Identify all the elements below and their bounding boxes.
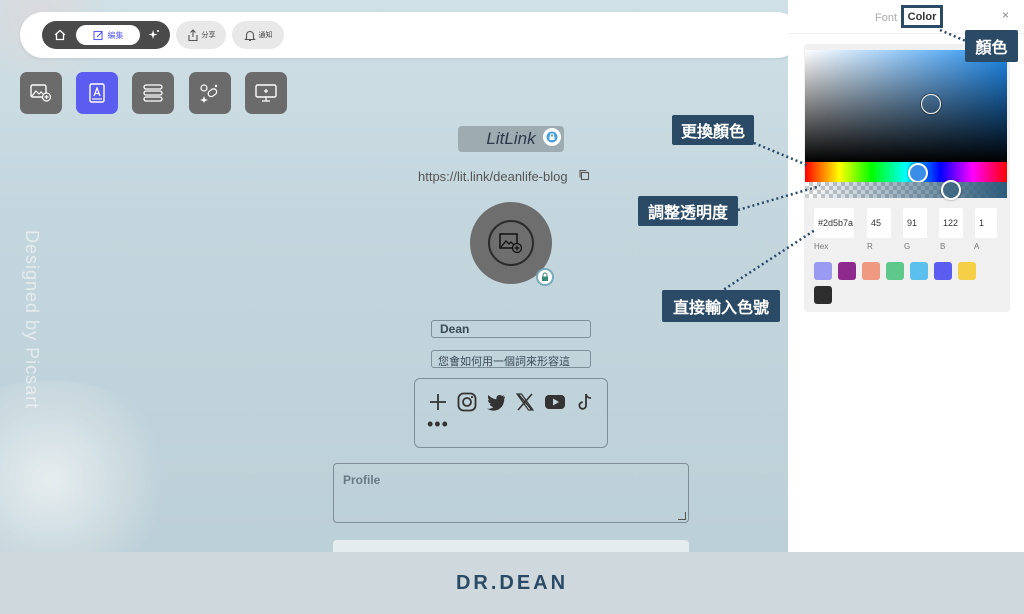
callout-hex: 直接輸入色號 xyxy=(662,290,780,322)
color-swatch[interactable] xyxy=(934,262,952,280)
color-swatch[interactable] xyxy=(958,262,976,280)
hex-input[interactable]: #2d5b7a xyxy=(814,208,854,238)
hue-handle[interactable] xyxy=(908,163,928,183)
layers-icon xyxy=(143,84,163,102)
youtube-link[interactable] xyxy=(544,391,566,413)
profile-url: https://lit.link/deanlife-blog xyxy=(418,168,568,184)
tool-layout[interactable] xyxy=(132,72,174,114)
callout-alpha: 調整透明度 xyxy=(638,196,738,226)
x-link[interactable] xyxy=(514,391,536,413)
share-label: 分享 xyxy=(201,32,216,39)
footer-brand-bar: DR.DEAN xyxy=(0,552,1024,614)
sparkle-icon xyxy=(148,30,159,39)
bell-icon xyxy=(243,30,256,41)
profile-textarea[interactable]: Profile xyxy=(333,463,689,523)
callout-color: 顏色 xyxy=(965,30,1018,62)
color-picker: #2d5b7a 45 91 122 1 Hex R G B A xyxy=(804,44,1010,312)
edit-label: 編集 xyxy=(107,30,124,40)
saturation-handle[interactable] xyxy=(921,94,941,114)
red-input[interactable]: 45 xyxy=(867,208,891,238)
next-block[interactable] xyxy=(333,540,689,552)
tool-display[interactable] xyxy=(245,72,287,114)
monitor-icon xyxy=(255,84,277,102)
color-swatch[interactable] xyxy=(814,286,832,304)
plus-icon xyxy=(430,394,446,410)
social-links-box: ••• xyxy=(414,378,608,448)
add-social-button[interactable] xyxy=(427,391,449,413)
share-icon xyxy=(187,28,198,41)
tool-add-image[interactable] xyxy=(20,72,62,114)
close-icon[interactable]: × xyxy=(1002,8,1009,22)
saturation-value-area[interactable] xyxy=(805,50,1007,162)
green-input[interactable]: 91 xyxy=(903,208,927,238)
profile-url-row: https://lit.link/deanlife-blog xyxy=(418,168,590,184)
alpha-input[interactable]: 1 xyxy=(975,208,997,238)
copy-icon xyxy=(579,169,589,180)
edit-icon xyxy=(92,30,103,40)
lock-icon xyxy=(546,131,558,143)
description-input[interactable]: 您會如何用一個詞來形容這 xyxy=(431,350,591,368)
tiktok-link[interactable] xyxy=(574,391,596,413)
ai-magic-button[interactable] xyxy=(142,25,166,45)
logo-lock-badge[interactable] xyxy=(543,128,561,146)
twitter-bird-icon xyxy=(487,394,505,411)
youtube-icon xyxy=(545,395,565,409)
edit-mode-button[interactable]: 編集 xyxy=(76,25,140,45)
instagram-link[interactable] xyxy=(456,391,478,413)
alpha-handle[interactable] xyxy=(941,180,961,200)
blue-input[interactable]: 122 xyxy=(939,208,963,238)
color-swatch[interactable] xyxy=(910,262,928,280)
color-swatch[interactable] xyxy=(814,262,832,280)
notify-label: 通知 xyxy=(258,32,273,39)
notification-button[interactable]: 通知 xyxy=(232,21,284,49)
red-label: R xyxy=(867,242,873,251)
tab-color[interactable]: Color xyxy=(901,5,943,28)
image-add-icon xyxy=(30,84,52,102)
top-toolbar: 編集 分享 通知 xyxy=(20,12,800,58)
tool-effects[interactable] xyxy=(189,72,231,114)
hue-slider[interactable] xyxy=(805,162,1007,182)
avatar-lock-badge[interactable] xyxy=(536,268,554,286)
share-button[interactable]: 分享 xyxy=(176,21,226,49)
copy-url-button[interactable] xyxy=(578,169,590,184)
lock-icon xyxy=(542,272,548,281)
home-icon xyxy=(54,29,66,41)
image-add-icon xyxy=(499,233,523,254)
tab-font[interactable]: Font xyxy=(875,12,897,24)
editor-canvas: Designed by Picsart 編集 分享 通知 LitLink htt… xyxy=(0,0,1024,552)
avatar-frame xyxy=(488,220,534,266)
picsart-watermark: Designed by Picsart xyxy=(22,230,42,410)
home-button[interactable] xyxy=(48,25,72,45)
alpha-label: A xyxy=(974,242,980,251)
book-icon xyxy=(89,83,105,103)
color-swatch[interactable] xyxy=(862,262,880,280)
twitter-link[interactable] xyxy=(485,391,507,413)
more-social-button[interactable]: ••• xyxy=(427,415,453,433)
callout-hue: 更換顏色 xyxy=(672,115,754,145)
alpha-slider[interactable] xyxy=(805,182,1007,198)
green-label: G xyxy=(904,242,911,251)
resize-handle[interactable] xyxy=(678,512,686,520)
tiktok-icon xyxy=(578,393,592,410)
x-logo-icon xyxy=(516,393,534,411)
profile-placeholder: Profile xyxy=(343,473,381,487)
color-swatch[interactable] xyxy=(838,262,856,280)
blue-label: B xyxy=(940,242,946,251)
name-input[interactable]: Dean xyxy=(431,320,591,338)
color-swatch[interactable] xyxy=(886,262,904,280)
brand-logo: DR.DEAN xyxy=(455,571,569,594)
instagram-icon xyxy=(457,392,477,412)
tool-theme[interactable] xyxy=(76,72,118,114)
mode-switcher: 編集 xyxy=(42,21,170,49)
hex-label: Hex xyxy=(814,242,829,251)
effects-icon xyxy=(200,84,218,103)
style-panel: Font Color × #2d5b7a 45 91 122 1 Hex R G… xyxy=(788,0,1024,552)
